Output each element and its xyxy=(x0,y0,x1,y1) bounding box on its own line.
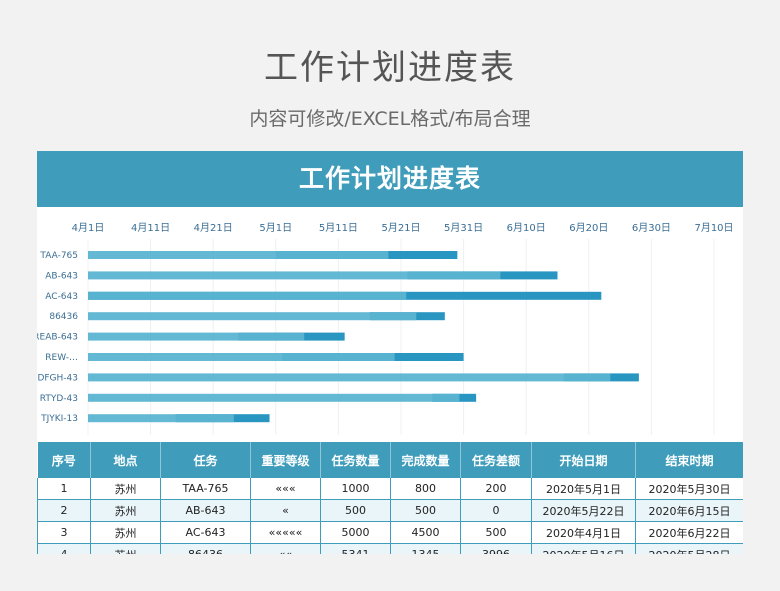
cell-location[interactable]: 苏州 xyxy=(90,499,161,522)
cell-end-date[interactable]: 2020年5月30日 xyxy=(635,478,743,500)
sheet-banner-title: 工作计划进度表 xyxy=(37,151,743,207)
x-tick-label: 5月21日 xyxy=(381,222,420,234)
header-priority[interactable]: 重要等级 xyxy=(250,442,321,478)
x-tick-label: 4月1日 xyxy=(72,222,105,234)
header-index[interactable]: 序号 xyxy=(37,442,91,478)
task-label: REW-… xyxy=(45,353,78,363)
x-tick-label: 4月11日 xyxy=(131,222,170,234)
task-label: 86436 xyxy=(49,312,78,322)
table-row: 2 苏州 AB-643 « 500 500 0 2020年5月22日 2020年… xyxy=(37,499,743,522)
header-start-date[interactable]: 开始日期 xyxy=(531,442,636,478)
cell-location[interactable]: 苏州 xyxy=(90,478,161,500)
header-done-count[interactable]: 完成数量 xyxy=(390,442,461,478)
cell-index[interactable]: 4 xyxy=(37,543,91,554)
x-tick-label: 6月10日 xyxy=(507,222,546,234)
cell-end-date[interactable]: 2020年6月15日 xyxy=(635,499,743,522)
cell-end-date[interactable]: 2020年6月22日 xyxy=(635,521,743,544)
gantt-bar-lead xyxy=(88,332,305,341)
page-subtitle: 内容可修改/EXCEL格式/布局合理 xyxy=(249,108,531,130)
cell-priority[interactable]: ««« xyxy=(250,478,321,500)
cell-task-count[interactable]: 5341 xyxy=(320,543,391,554)
cell-priority[interactable]: ««««« xyxy=(250,521,321,544)
gantt-bar-lead xyxy=(88,312,417,321)
cell-index[interactable]: 2 xyxy=(37,499,91,522)
cell-difference[interactable]: 0 xyxy=(460,499,532,522)
cell-location[interactable]: 苏州 xyxy=(90,521,161,544)
page-title: 工作计划进度表 xyxy=(264,48,516,88)
cell-task-count[interactable]: 500 xyxy=(320,499,391,522)
cell-priority[interactable]: «« xyxy=(250,543,321,554)
cell-start-date[interactable]: 2020年5月22日 xyxy=(531,499,636,522)
gantt-bar-lead xyxy=(88,271,501,280)
gantt-bar-lead xyxy=(88,373,611,382)
gantt-chart-svg: 4月1日 4月11日 4月21日 5月1日 5月11日 5月21日 5月31日 6月10日 6月… xyxy=(37,222,734,435)
cell-index[interactable]: 1 xyxy=(37,478,91,500)
task-label: AC-643 xyxy=(45,292,78,302)
gantt-bar-lead xyxy=(88,251,389,259)
x-tick-label: 5月1日 xyxy=(259,222,292,234)
header-difference[interactable]: 任务差额 xyxy=(460,442,532,478)
cell-start-date[interactable]: 2020年5月16日 xyxy=(531,543,636,554)
task-table: 序号 地点 任务 重要等级 任务数量 完成数量 任务差额 开始日期 结束时期 1… xyxy=(37,442,743,554)
cell-done-count[interactable]: 800 xyxy=(390,478,461,500)
cell-difference[interactable]: 3996 xyxy=(460,543,532,554)
cell-start-date[interactable]: 2020年4月1日 xyxy=(531,521,636,544)
header-end-date[interactable]: 结束时期 xyxy=(635,442,743,478)
task-label: REAB-643 xyxy=(37,333,78,343)
cell-task[interactable]: AB-643 xyxy=(160,499,251,522)
gantt-bar-lead xyxy=(88,393,460,402)
x-tick-label: 5月31日 xyxy=(444,222,483,234)
cell-task[interactable]: 86436 xyxy=(160,543,251,554)
cell-task-count[interactable]: 5000 xyxy=(320,521,391,544)
cell-done-count[interactable]: 500 xyxy=(390,499,461,522)
cell-priority[interactable]: « xyxy=(250,499,321,522)
table-header-row: 序号 地点 任务 重要等级 任务数量 完成数量 任务差额 开始日期 结束时期 xyxy=(37,442,743,478)
cell-done-count[interactable]: 1345 xyxy=(390,543,461,554)
x-tick-label: 7月10日 xyxy=(694,222,733,234)
task-label: AB-643 xyxy=(45,271,78,281)
x-tick-label: 6月30日 xyxy=(632,222,671,234)
cell-location[interactable]: 苏州 xyxy=(90,543,161,554)
cell-start-date[interactable]: 2020年5月1日 xyxy=(531,478,636,500)
x-tick-label: 5月11日 xyxy=(319,222,358,234)
header-location[interactable]: 地点 xyxy=(90,442,161,478)
cell-done-count[interactable]: 4500 xyxy=(390,521,461,544)
x-tick-label: 6月20日 xyxy=(569,222,608,234)
cell-task[interactable]: AC-643 xyxy=(160,521,251,544)
cell-difference[interactable]: 500 xyxy=(460,521,532,544)
task-label: TAA-765 xyxy=(39,251,78,261)
task-label: FDFGH-43 xyxy=(37,373,78,383)
cell-end-date[interactable]: 2020年5月28日 xyxy=(635,543,743,554)
cell-task[interactable]: TAA-765 xyxy=(160,478,251,500)
cell-task-count[interactable]: 1000 xyxy=(320,478,391,500)
gantt-bar-lead xyxy=(88,353,395,361)
table-row: 4 苏州 86436 «« 5341 1345 3996 2020年5月16日 … xyxy=(37,543,743,554)
gantt-chart: 4月1日 4月11日 4月21日 5月1日 5月11日 5月21日 5月31日 6月10日 6月… xyxy=(37,207,743,440)
spreadsheet-preview: 工作计划进度表 4月1日 4月11日 4月21日 5月1日 5月11日 5月21日 5月31… xyxy=(37,151,743,554)
task-label: RTYD-43 xyxy=(40,394,78,404)
gantt-bar-lead xyxy=(88,414,234,423)
table-row: 1 苏州 TAA-765 ««« 1000 800 200 2020年5月1日 … xyxy=(37,478,743,500)
header-task[interactable]: 任务 xyxy=(160,442,251,478)
x-tick-label: 4月21日 xyxy=(194,222,233,234)
table-row: 3 苏州 AC-643 ««««« 5000 4500 500 2020年4月1… xyxy=(37,521,743,544)
cell-difference[interactable]: 200 xyxy=(460,478,532,500)
gantt-bar-lead xyxy=(88,291,407,300)
header-task-count[interactable]: 任务数量 xyxy=(320,442,391,478)
cell-index[interactable]: 3 xyxy=(37,521,91,544)
task-label: TJYKI-13 xyxy=(40,414,78,424)
